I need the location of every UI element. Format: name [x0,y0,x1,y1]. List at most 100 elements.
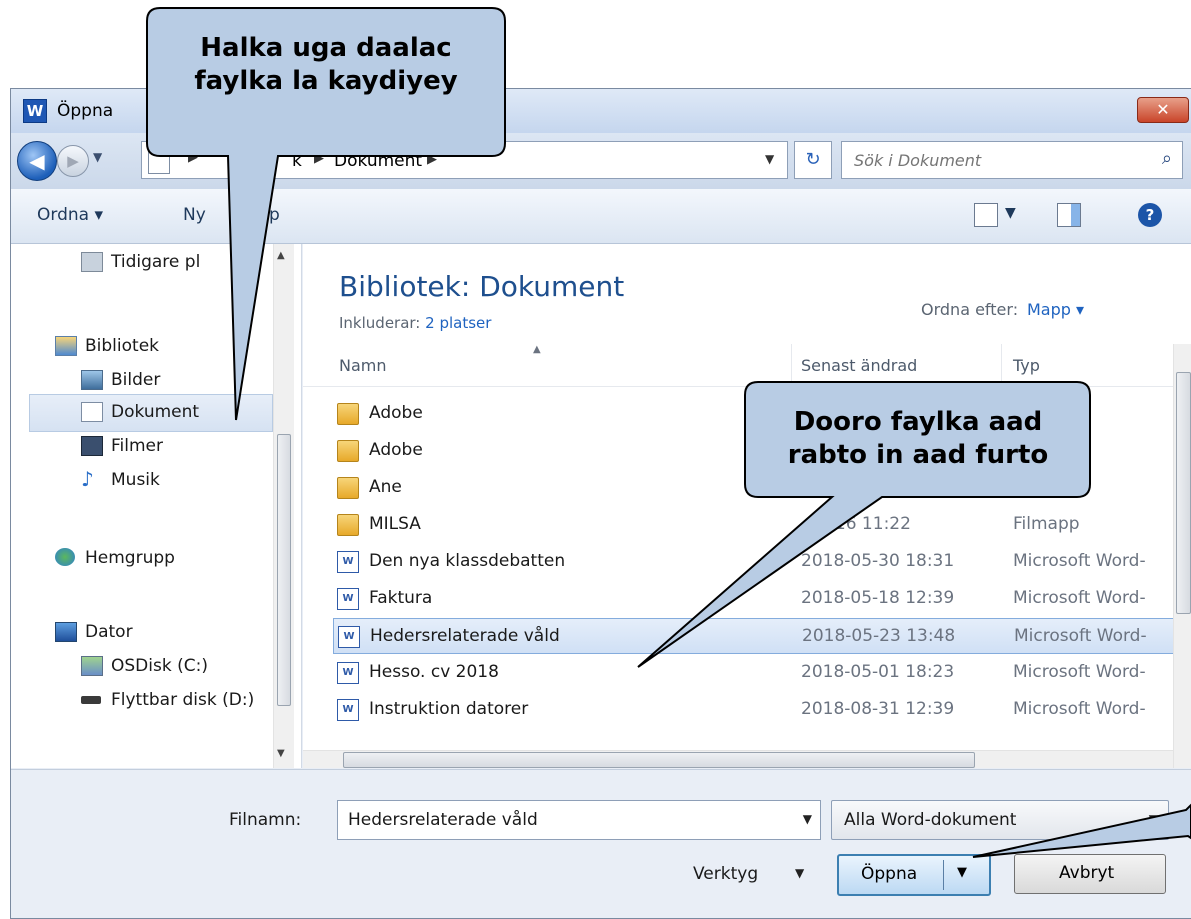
sort-indicator-icon: ▲ [533,344,541,355]
music-icon: ♪ [81,467,94,491]
forward-arrow-icon: ▶ [67,152,79,170]
includes-label: Inkluderar: [339,314,421,332]
file-row[interactable]: MILSA -10-16 11:22 Filmapp [333,507,1173,541]
filename-input[interactable] [338,801,790,839]
history-dropdown-icon[interactable]: ▼ [93,150,102,164]
file-type: Microsoft Word- [1014,626,1147,646]
close-icon: ✕ [1156,100,1170,119]
file-name: Ane [369,477,402,497]
view-dropdown-icon[interactable]: ▼ [1005,205,1016,221]
word-document-icon: W [337,588,359,610]
breadcrumb-item-dokument[interactable]: Dokument [334,151,422,171]
breadcrumb-item[interactable]: k [292,151,302,171]
file-list-vscrollbar-thumb[interactable] [1176,372,1191,614]
file-name: Adobe [369,403,423,423]
library-includes: Inkluderar: 2 platser [339,314,491,332]
refresh-button[interactable]: ↻ [794,141,832,179]
recent-places-icon [81,252,103,272]
breadcrumb-arrow-icon[interactable]: ▶ [188,150,198,165]
callout-middle-line-2: rabto in aad furto [787,440,1049,470]
breadcrumb-arrow-icon[interactable]: ▶ [314,151,324,166]
column-header-row: Namn ▲ Senast ändrad Typ [303,344,1173,387]
column-header-modified[interactable]: Senast ändrad [801,356,917,375]
sort-dropdown[interactable]: Mapp ▾ [1027,300,1084,319]
file-name: MILSA [369,514,421,534]
word-document-icon: W [337,662,359,684]
removable-drive-icon [81,696,101,704]
file-name: Faktura [369,588,433,608]
address-bar[interactable]: ▶ k ▶ Dokument ▶ ▼ [141,141,788,179]
column-header-type[interactable]: Typ [1013,356,1040,375]
open-dropdown-icon[interactable]: ▼ [957,865,967,880]
folder-icon [337,403,359,425]
tools-button[interactable]: Verktyg [693,864,758,884]
callout-top-line-1: Halka uga daalac [200,33,452,63]
cancel-button[interactable]: Avbryt [1014,854,1166,894]
word-app-icon: W [23,99,47,123]
forward-button[interactable]: ▶ [57,145,89,177]
file-modified: 2018-05-23 13:48 [802,626,956,646]
callout-middle-line-1: Dooro faylka aad [793,407,1043,437]
back-button[interactable]: ◀ [17,141,57,181]
callout-text-middle: Dooro faylka aad rabto in aad furto [748,406,1088,472]
window-title: Öppna [57,101,114,121]
file-name: Hesso. cv 2018 [369,662,499,682]
new-folder-button[interactable]: Ny [183,205,206,225]
file-row[interactable]: W Hesso. cv 2018 2018-05-01 18:23 Microsoft… [333,655,1173,689]
address-dropdown-icon[interactable]: ▼ [765,152,774,166]
file-row[interactable]: W Hedersrelaterade våld 2018-05-23 13:48 Mi… [333,618,1175,654]
column-divider[interactable] [1001,344,1002,386]
file-type-filter[interactable]: Alla Word-dokument ▼ [831,800,1169,840]
file-modified: 2018-05-18 12:39 [801,588,955,608]
computer-icon [55,622,77,642]
libraries-icon [55,336,77,356]
folder-icon [337,477,359,499]
file-row[interactable]: Ane [333,470,1173,504]
filename-combobox[interactable]: ▼ [337,800,821,840]
file-modified: 2018-08-31 12:39 [801,699,955,719]
sort-label: Ordna efter: [921,300,1019,319]
navigation-pane: Tidigare pl Bibliotek Bilder Dokument Fi… [11,244,302,768]
includes-link[interactable]: 2 platser [425,314,491,332]
file-type: Microsoft Word- [1013,662,1146,682]
file-row[interactable]: W Den nya klassdebatten 2018-05-30 18:31 Mi… [333,544,1173,578]
column-divider[interactable] [791,344,792,386]
file-row[interactable]: W Instruktion datorer 2018-08-31 12:39 Micr… [333,692,1173,726]
scroll-down-icon[interactable]: ▼ [277,748,285,759]
search-input[interactable] [842,142,1156,178]
view-icon[interactable] [974,203,998,227]
file-list-hscrollbar-thumb[interactable] [343,752,975,768]
file-type-value: Alla Word-dokument [844,810,1017,830]
file-modified: 2018-05-30 18:31 [801,551,955,571]
navigation-bar: ◀ ▶ ▼ ▶ k ▶ Dokument ▶ ▼ ↻ ⌕ [11,133,1191,189]
search-icon[interactable]: ⌕ [1162,148,1172,169]
scroll-up-icon[interactable]: ▲ [277,250,285,261]
tools-dropdown-icon[interactable]: ▼ [795,866,804,880]
help-icon[interactable]: ? [1138,203,1162,227]
file-type-dropdown-icon[interactable]: ▼ [1149,812,1158,826]
sidebar-scrollbar-thumb[interactable] [277,434,291,706]
open-button[interactable]: Öppna ▼ [837,854,991,896]
file-name: Adobe [369,440,423,460]
new-folder-button-suffix[interactable]: p [269,205,280,225]
documents-icon [81,402,103,422]
search-box[interactable]: ⌕ [841,141,1183,179]
close-button[interactable]: ✕ [1137,97,1189,123]
breadcrumb-arrow-icon[interactable]: ▶ [427,152,437,167]
column-header-name[interactable]: Namn [339,356,387,375]
filename-dropdown-icon[interactable]: ▼ [803,812,812,826]
preview-pane-icon[interactable] [1057,203,1081,227]
organize-button[interactable]: Ordna ▾ [37,205,103,225]
word-document-icon: W [337,551,359,573]
open-dialog: W Öppna ✕ ◀ ▶ ▼ ▶ k ▶ Dokument ▶ ▼ ↻ ⌕ O… [10,88,1191,919]
callout-text-top: Halka uga daalac faylka la kaydiyey [150,32,502,98]
refresh-icon: ↻ [805,149,821,170]
split-divider [943,860,944,890]
library-title: Bibliotek: Dokument [339,270,625,303]
file-row[interactable]: W Faktura 2018-05-18 12:39 Microsoft Word- [333,581,1173,615]
word-document-icon: W [338,626,360,648]
file-type: Filmapp [1013,514,1080,534]
homegroup-icon [55,548,75,566]
file-list-pane: Bibliotek: Dokument Inkluderar: 2 platse… [303,244,1191,768]
file-type: Microsoft Word- [1013,588,1146,608]
